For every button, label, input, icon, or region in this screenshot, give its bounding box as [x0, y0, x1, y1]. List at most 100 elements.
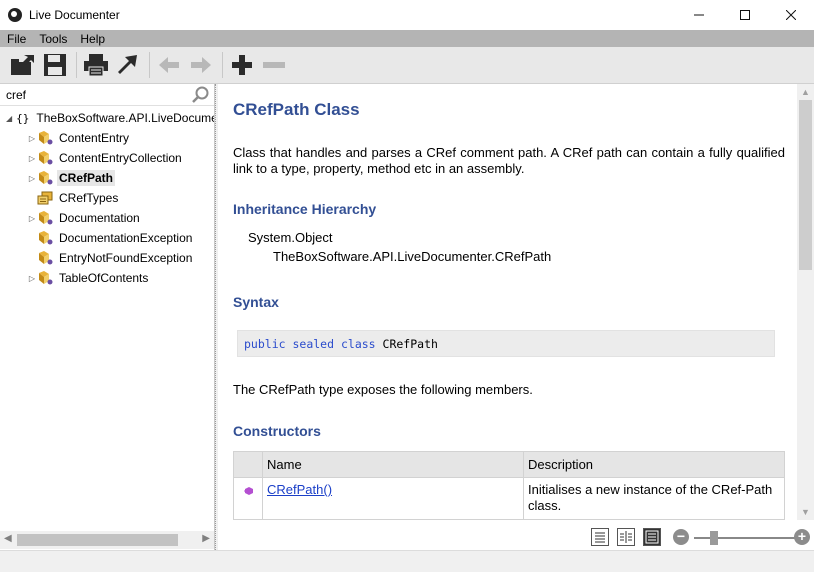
minus-icon: − [676, 528, 686, 544]
back-icon [159, 57, 179, 73]
scrollbar-thumb[interactable] [17, 534, 178, 546]
maximize-icon [740, 10, 750, 20]
document-vertical-scrollbar[interactable]: ▲ ▼ [797, 84, 814, 520]
toolbar-separator [76, 52, 77, 78]
tree-item-contententrycollection[interactable]: ▷ ContentEntryCollection [0, 148, 214, 168]
zoom-slider-thumb[interactable] [710, 531, 718, 545]
full-width-icon [645, 530, 659, 544]
syntax-heading: Syntax [233, 294, 279, 310]
scrollbar-thumb[interactable] [799, 100, 812, 270]
class-icon [39, 171, 53, 185]
table-cell-description: Initialises a new instance of the CRef-P… [523, 477, 785, 520]
app-logo-icon [8, 8, 22, 22]
class-icon [39, 131, 53, 145]
tree-item-label[interactable]: CRefTypes [57, 190, 120, 206]
plus-icon: + [797, 528, 807, 544]
remove-icon [263, 62, 285, 68]
close-icon [786, 10, 796, 20]
zoom-out-button[interactable]: − [673, 529, 689, 545]
constructors-table: Name Description CRefPath() Initialises … [233, 451, 785, 520]
status-bar [0, 550, 814, 572]
scroll-down-icon[interactable]: ▼ [801, 507, 810, 517]
search-icon [192, 86, 209, 103]
scroll-up-icon[interactable]: ▲ [801, 87, 810, 97]
back-button[interactable] [154, 50, 184, 80]
save-icon [44, 54, 66, 76]
two-column-view-button[interactable] [617, 528, 635, 546]
code-keyword: sealed [292, 336, 335, 351]
tree-item-contententry[interactable]: ▷ ContentEntry [0, 128, 214, 148]
tree-item-label[interactable]: Documentation [57, 210, 142, 226]
tree-item-label[interactable]: ContentEntry [57, 130, 131, 146]
constructor-link[interactable]: CRefPath() [267, 482, 332, 497]
expand-icon[interactable]: ▷ [27, 153, 37, 163]
collapse-icon[interactable]: ◢ [6, 113, 12, 123]
two-column-icon [620, 531, 632, 543]
print-button[interactable] [81, 50, 111, 80]
table-cell-name: CRefPath() [262, 477, 524, 520]
menu-file[interactable]: File [0, 32, 32, 46]
class-icon [39, 251, 53, 265]
method-icon [244, 487, 253, 495]
search-input[interactable] [0, 84, 186, 105]
syntax-code-block: public sealed class CRefPath [237, 330, 775, 357]
tree-item-label[interactable]: TableOfContents [57, 270, 150, 286]
class-icon [39, 271, 53, 285]
full-width-view-button[interactable] [643, 528, 661, 546]
single-column-icon [595, 532, 605, 543]
namespace-icon: {} [16, 111, 30, 125]
inheritance-derived: TheBoxSoftware.API.LiveDocumenter.CRefPa… [273, 249, 552, 264]
add-button[interactable] [227, 50, 257, 80]
scroll-right-icon[interactable]: ▶ [202, 533, 210, 544]
tree-item-creftypes[interactable]: CRefTypes [0, 188, 214, 208]
close-button[interactable] [768, 0, 814, 30]
class-icon [39, 151, 53, 165]
print-icon [84, 54, 108, 77]
tree-item-label[interactable]: CRefPath [57, 170, 116, 186]
tree-item-entrynotfoundexception[interactable]: EntryNotFoundException [0, 248, 214, 268]
class-icon [39, 231, 53, 245]
table-header-name: Name [262, 451, 524, 478]
expand-icon[interactable]: ▷ [27, 173, 37, 183]
minimize-button[interactable] [676, 0, 722, 30]
code-keyword: class [340, 336, 376, 351]
menu-tools[interactable]: Tools [32, 32, 73, 46]
toolbar-separator [149, 52, 150, 78]
scroll-left-icon[interactable]: ◀ [4, 533, 12, 544]
tree-root[interactable]: ◢ {} TheBoxSoftware.API.LiveDocumenter [0, 108, 214, 128]
export-icon [118, 55, 137, 74]
tree-item-label[interactable]: DocumentationException [57, 230, 194, 246]
expand-icon[interactable]: ▷ [27, 213, 37, 223]
toolbar-separator [222, 52, 223, 78]
minimize-icon [694, 14, 704, 16]
export-button[interactable] [113, 50, 143, 80]
save-button[interactable] [40, 50, 70, 80]
tree-root-label[interactable]: TheBoxSoftware.API.LiveDocumenter [34, 110, 214, 126]
tree-horizontal-scrollbar[interactable]: ◀ ▶ [0, 531, 214, 549]
maximize-button[interactable] [722, 0, 768, 30]
title-bar: Live Documenter [0, 0, 814, 30]
navigation-pane: ◢ {} TheBoxSoftware.API.LiveDocumenter ▷… [0, 84, 215, 550]
menu-help[interactable]: Help [73, 32, 111, 46]
add-icon [232, 55, 252, 75]
single-column-view-button[interactable] [591, 528, 609, 546]
forward-button[interactable] [186, 50, 216, 80]
tree-item-label[interactable]: ContentEntryCollection [57, 150, 184, 166]
open-button[interactable] [8, 50, 38, 80]
tree-item-label[interactable]: EntryNotFoundException [57, 250, 194, 266]
forward-icon [191, 57, 211, 73]
zoom-in-button[interactable]: + [794, 529, 810, 545]
document-footer: − + [218, 520, 814, 550]
search-button[interactable] [192, 86, 210, 104]
code-class-name: CRefPath [382, 336, 438, 351]
menu-bar: File Tools Help [0, 30, 814, 47]
tree-item-documentationexception[interactable]: DocumentationException [0, 228, 214, 248]
tree-item-documentation[interactable]: ▷ Documentation [0, 208, 214, 228]
expand-icon[interactable]: ▷ [27, 273, 37, 283]
open-icon [11, 55, 34, 75]
tree-item-tableofcontents[interactable]: ▷ TableOfContents [0, 268, 214, 288]
table-header-icon [233, 451, 263, 478]
expand-icon[interactable]: ▷ [27, 133, 37, 143]
remove-button[interactable] [259, 50, 289, 80]
tree-item-crefpath[interactable]: ▷ CRefPath [0, 168, 214, 188]
